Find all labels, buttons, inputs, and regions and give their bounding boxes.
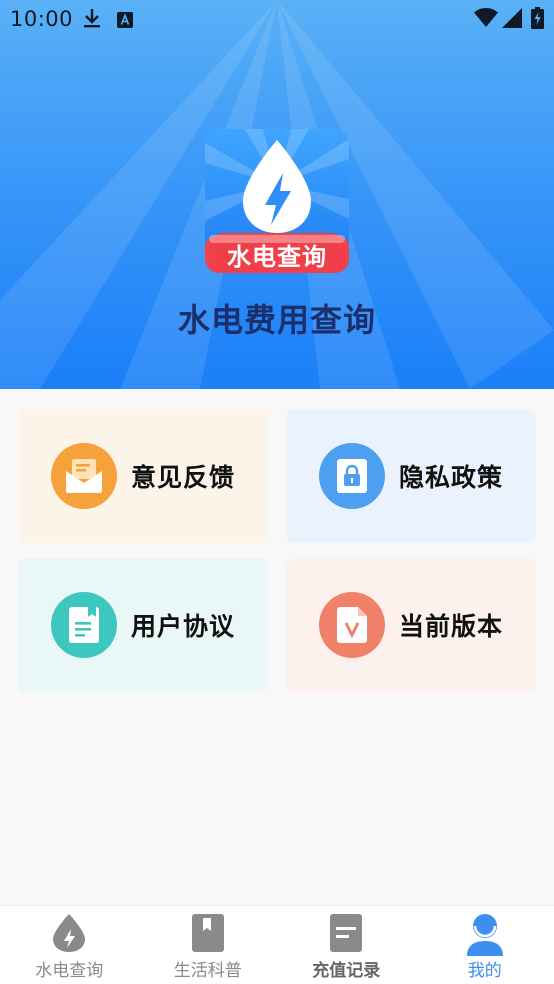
- header-banner: 10:00 水电查询 水电费用查询: [0, 0, 554, 389]
- menu-item-label: 隐私政策: [399, 463, 504, 492]
- app-logo-label: 水电查询: [227, 243, 327, 271]
- tab-mine[interactable]: 我的: [416, 906, 554, 984]
- tab-label: 我的: [467, 961, 502, 981]
- menu-item-label: 用户协议: [131, 612, 236, 641]
- page-title: 水电费用查询: [177, 301, 376, 339]
- app-logo: 水电查询: [205, 129, 349, 273]
- tab-label: 充值记录: [312, 961, 381, 981]
- book-icon: [191, 914, 224, 956]
- user-icon: [466, 914, 503, 960]
- record-list-icon: [330, 914, 363, 956]
- mail-icon: [51, 443, 117, 509]
- tab-label: 生活科普: [173, 961, 242, 981]
- menu-item-label: 当前版本: [399, 612, 504, 641]
- tab-life-tips[interactable]: 生活科普: [139, 906, 278, 984]
- tab-query[interactable]: 水电查询: [0, 906, 139, 984]
- tab-label: 水电查询: [35, 961, 104, 981]
- bottom-tab-bar: 水电查询 生活科普 充值记录 我的: [0, 906, 554, 984]
- tab-recharge-records[interactable]: 充值记录: [277, 906, 416, 984]
- version-file-icon: [319, 592, 385, 658]
- menu-item-label: 意见反馈: [131, 463, 236, 492]
- water-drop-bolt-icon: [51, 914, 87, 956]
- document-icon: [51, 592, 117, 658]
- menu-item-feedback[interactable]: 意见反馈: [18, 409, 268, 543]
- menu-item-privacy[interactable]: 隐私政策: [286, 409, 536, 543]
- lock-icon: [319, 443, 385, 509]
- menu-item-version[interactable]: 当前版本: [286, 558, 536, 692]
- menu-item-user-agreement[interactable]: 用户协议: [18, 558, 268, 692]
